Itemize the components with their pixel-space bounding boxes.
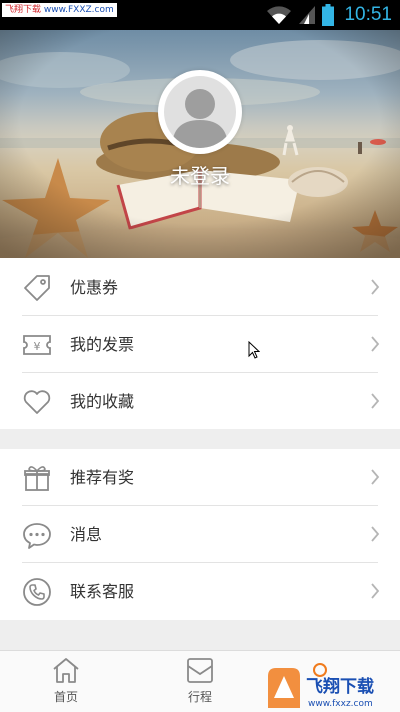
login-status-text[interactable]: 未登录 [0,160,400,189]
signal-icon [299,6,316,24]
section-gap [0,429,400,449]
menu-item-label: 联系客服 [70,582,135,601]
status-icons: 10:51 [266,4,392,26]
default-user-icon [164,76,236,148]
mouse-cursor-icon [248,341,260,359]
heart-icon [23,390,51,414]
menu-item-messages[interactable]: 消息 [0,506,400,563]
section-gap [0,620,400,650]
watermark-url: www.fxxz.com [308,699,373,709]
avatar[interactable] [158,70,242,154]
home-icon [53,658,79,683]
coupon-icon [24,275,50,301]
itinerary-icon [187,658,213,683]
nav-label: 行程 [187,690,212,704]
watermark-logo: 飞翔下载 www.fxxz.com [268,663,374,709]
nav-itinerary[interactable]: 行程 [160,655,240,711]
status-bar: 飞翔下载 www.FXXZ.com 10:51 [0,0,400,30]
menu-item-label: 优惠券 [70,278,119,297]
phone-icon [23,578,51,606]
chevron-right-icon [371,469,380,485]
gift-icon [24,466,50,491]
menu-group-misc: 推荐有奖 消息 联系客服 [0,449,400,620]
chevron-right-icon [371,336,380,352]
menu-item-label: 我的收藏 [70,392,135,411]
top-watermark: 飞翔下载 www.FXXZ.com [2,3,117,17]
profile-header: 未登录 [0,30,400,258]
menu-item-customer-service[interactable]: 联系客服 [0,563,400,620]
invoice-icon: ¥ [23,335,51,355]
menu-item-label: 我的发票 [70,335,135,354]
menu-item-favorites[interactable]: 我的收藏 [0,373,400,430]
battery-icon [322,4,335,26]
message-icon [23,523,51,549]
chevron-right-icon [371,583,380,599]
svg-text:¥: ¥ [34,340,41,353]
chevron-right-icon [371,526,380,542]
wifi-icon [267,6,292,24]
watermark-brand: 飞翔下载 [306,676,374,697]
nav-label: 首页 [53,690,78,704]
chevron-right-icon [371,393,380,409]
menu-item-invoices[interactable]: ¥ 我的发票 [0,316,400,373]
menu-item-label: 推荐有奖 [70,468,135,487]
top-watermark-url: www.FXXZ.com [43,5,114,15]
chevron-right-icon [371,279,380,295]
menu-item-coupons[interactable]: 优惠券 [0,259,400,316]
nav-home[interactable]: 首页 [26,655,106,711]
menu-item-referral-rewards[interactable]: 推荐有奖 [0,449,400,506]
menu-group-account: 优惠券 ¥ 我的发票 我的收藏 [0,258,400,429]
menu-item-label: 消息 [70,525,103,544]
clock: 10:51 [344,4,392,25]
top-watermark-label: 飞翔下载 [5,5,42,15]
